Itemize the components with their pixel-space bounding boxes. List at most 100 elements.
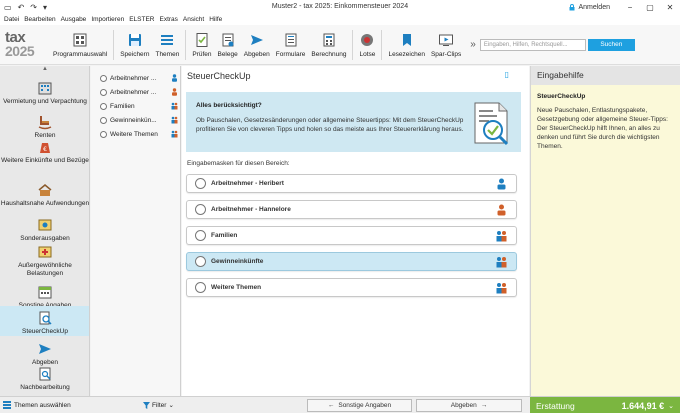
programmauswahl-button[interactable]: Programmauswahl (50, 26, 110, 64)
choice-arbeitnehmer-heribert[interactable]: Arbeitnehmer - Heribert (186, 174, 517, 193)
sidebar-item-vermietung[interactable]: Vermietung und Verpachtung (0, 80, 89, 106)
help-panel-header: Eingabehilfe (531, 66, 680, 85)
next-button[interactable]: Abgeben → (416, 399, 522, 412)
choice-weitere-themen[interactable]: Weitere Themen (186, 278, 517, 297)
title-bar: ▭ ↶ ↷ ▾ Muster2 - tax 2025: Einkommenste… (0, 0, 680, 14)
forms-button[interactable]: Formulare (273, 26, 309, 64)
refund-label: Erstattung (536, 400, 575, 411)
refund-indicator[interactable]: Erstattung 1.644,91 € ⌄ (530, 397, 680, 413)
select-themes-button[interactable]: Themen auswählen (3, 401, 71, 409)
menu-hilfe[interactable]: Hilfe (209, 16, 222, 23)
family-icon (496, 230, 507, 241)
household-icon (38, 184, 52, 196)
sidebar-scroll-up-icon[interactable]: ▲ (0, 66, 89, 74)
family-icon (171, 130, 178, 138)
menu-ausgabe[interactable]: Ausgabe (61, 16, 87, 23)
radio-indicator (100, 88, 107, 96)
radio-indicator (100, 130, 107, 138)
choice-familien[interactable]: Familien (186, 226, 517, 245)
sidebar-item-renten[interactable]: Renten (0, 114, 89, 140)
menu-elster[interactable]: ELSTER (129, 16, 154, 23)
receipts-icon (222, 33, 234, 46)
menu-datei[interactable]: Datei (4, 16, 19, 23)
video-clip-icon (439, 34, 454, 46)
bookmarks-button[interactable]: Lesezeichen (385, 26, 428, 64)
undo-icon[interactable]: ↶ (18, 3, 25, 12)
lock-icon (569, 3, 575, 10)
filter-button[interactable]: Filter ⌄ (143, 401, 174, 409)
save-button[interactable]: Speichern (117, 26, 152, 64)
person-male-icon (172, 74, 177, 82)
forms-icon (285, 33, 297, 46)
choice-arbeitnehmer-hannelore[interactable]: Arbeitnehmer - Hannelore (186, 200, 517, 219)
list-item-familien[interactable]: Familien (100, 100, 180, 112)
radio-indicator (195, 178, 206, 189)
savings-clips-button[interactable]: Spar-Clips (428, 26, 464, 64)
list-icon (3, 401, 11, 409)
sidebar-item-sonderausgaben[interactable]: Sonderausgaben (0, 217, 89, 243)
checklist-icon (196, 32, 208, 47)
search-input[interactable]: Eingaben, Hilfen, Rechtsquell... (479, 38, 586, 51)
person-female-icon (497, 204, 506, 215)
check-button[interactable]: Prüfen (189, 26, 214, 64)
tax-logo: tax 2025 (5, 29, 35, 59)
submit-button[interactable]: Abgeben (241, 26, 273, 64)
menu-ansicht[interactable]: Ansicht (183, 16, 204, 23)
list-item-arbeitnehmer-1[interactable]: Arbeitnehmer ... (100, 72, 180, 84)
money-bag-icon: € (40, 143, 50, 153)
receipts-button[interactable]: Belege (214, 26, 240, 64)
sidebar-item-aussergewoehnliche[interactable]: Außergewöhnliche Belastungen (0, 244, 89, 278)
login-label: Anmelden (578, 3, 610, 11)
list-item-arbeitnehmer-2[interactable]: Arbeitnehmer ... (100, 86, 180, 98)
choice-gewinneinkuenfte[interactable]: Gewinneinkünfte (186, 252, 517, 271)
search-button[interactable]: Suchen (587, 38, 635, 51)
sidebar-item-abgeben[interactable]: Abgeben (0, 341, 89, 367)
previous-button[interactable]: ← Sonstige Angaben (307, 399, 412, 412)
person-male-icon (497, 178, 506, 189)
subtopic-list: Arbeitnehmer ... Arbeitnehmer ... Famili… (91, 66, 181, 396)
radio-indicator (100, 102, 107, 110)
medical-icon (38, 246, 52, 258)
special-expenses-icon (38, 219, 52, 231)
radio-indicator (195, 256, 206, 267)
themes-button[interactable]: Themen (152, 26, 182, 64)
save-quick-icon[interactable]: ▭ (4, 3, 12, 12)
sidebar-item-weitere-einkuenfte[interactable]: € Weitere Einkünfte und Bezüge (0, 139, 89, 165)
minimize-button[interactable]: − (620, 3, 640, 12)
radio-indicator (100, 74, 107, 82)
maximize-button[interactable]: ▢ (640, 3, 660, 12)
menu-importieren[interactable]: Importieren (91, 16, 124, 23)
help-panel: Eingabehilfe SteuerCheckUp Neue Pauschal… (530, 66, 680, 396)
quick-access: ▭ ↶ ↷ ▾ (0, 3, 120, 12)
info-marker-icon[interactable]: ▯ (505, 70, 509, 79)
toolbar: tax 2025 Programmauswahl Speichern Theme… (0, 25, 680, 65)
refund-amount: 1.644,91 € (621, 400, 665, 411)
bottom-bar: Themen auswählen Filter ⌄ ← Sonstige Ang… (0, 396, 680, 413)
calculation-button[interactable]: Berechnung (308, 26, 349, 64)
pilot-button[interactable]: Lotse (356, 26, 378, 64)
login-button[interactable]: Anmelden (569, 4, 610, 11)
more-toolbar-chevron-icon[interactable]: » (470, 39, 476, 50)
radio-indicator (195, 204, 206, 215)
sidebar-item-steuercheckup[interactable]: SteuerCheckUp (0, 306, 89, 336)
sidebar-item-nachbearbeitung[interactable]: Nachbearbeitung (0, 366, 89, 392)
close-button[interactable]: ✕ (660, 3, 680, 12)
floppy-icon (128, 33, 141, 46)
menu-bearbeiten[interactable]: Bearbeiten (24, 16, 55, 23)
redo-icon[interactable]: ↷ (30, 3, 37, 12)
quick-access-dropdown-icon[interactable]: ▾ (43, 3, 47, 12)
svg-text:€: € (43, 146, 47, 153)
rocking-chair-icon (38, 116, 52, 130)
section-label: Eingabemasken für diesen Bereich: (187, 160, 290, 167)
help-title: SteuerCheckUp (537, 93, 586, 100)
building-icon (38, 82, 52, 95)
radio-indicator (195, 282, 206, 293)
help-text: Neue Pauschalen, Entlastungspakete, Gese… (537, 107, 668, 150)
sidebar-item-haushaltsnahe[interactable]: Haushaltsnahe Aufwendungen (0, 182, 89, 208)
radio-indicator (100, 116, 107, 124)
list-item-weitere-themen[interactable]: Weitere Themen (100, 128, 180, 140)
list-item-gewinneinkuenfte[interactable]: Gewinneinkün... (100, 114, 180, 126)
info-title: Alles berücksichtigt? (196, 102, 262, 109)
menu-extras[interactable]: Extras (159, 16, 177, 23)
calculator-icon (323, 33, 335, 46)
